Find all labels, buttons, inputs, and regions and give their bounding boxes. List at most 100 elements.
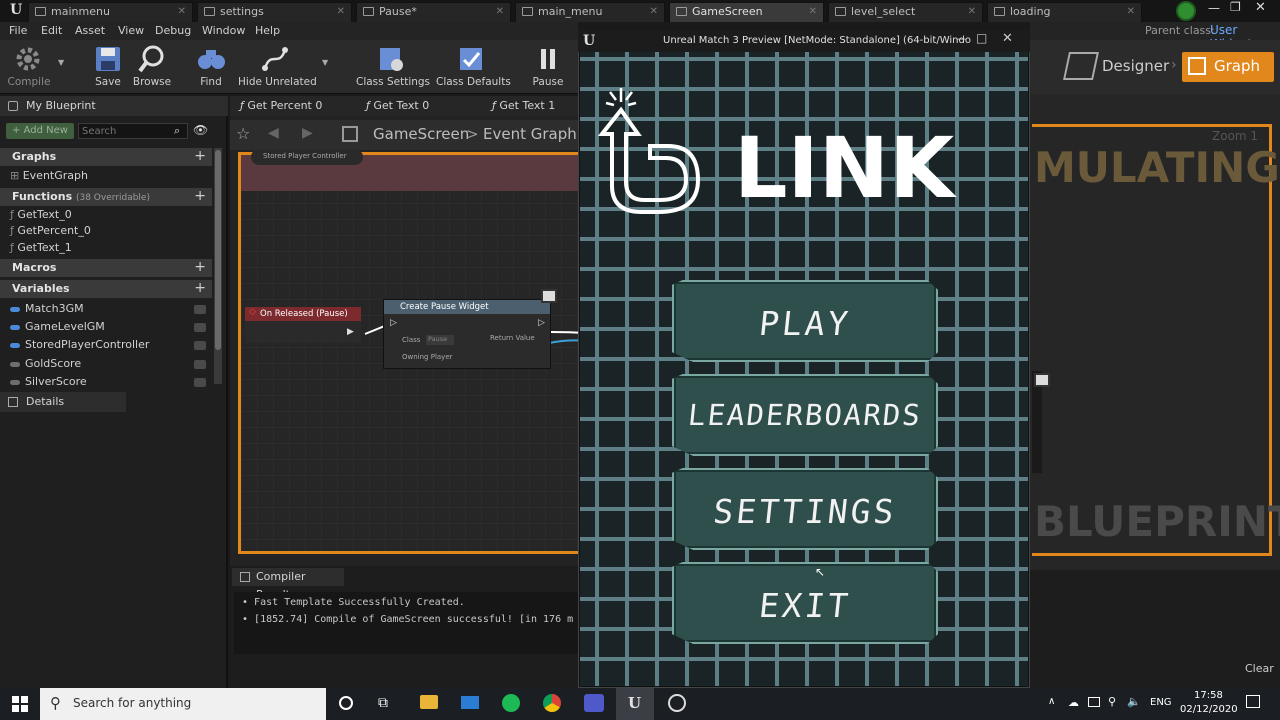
windows-start-icon[interactable]	[12, 696, 28, 712]
tab-get-text-0[interactable]: ƒ Get Text 0	[366, 99, 429, 112]
create-pause-widget-node[interactable]: Create Pause Widget ▷ ▷ Class Pause Retu…	[383, 299, 551, 369]
add-function-icon[interactable]: +	[194, 187, 206, 205]
close-icon[interactable]: ✕	[650, 3, 658, 21]
designer-mode-button[interactable]: Designer	[1102, 57, 1169, 75]
close-icon[interactable]: ✕	[1127, 3, 1135, 21]
play-button[interactable]: PLAY	[672, 280, 938, 362]
menu-file[interactable]: File	[9, 24, 27, 37]
leaderboards-button[interactable]: LEADERBOARDS	[672, 374, 938, 456]
battery-icon[interactable]	[1088, 697, 1100, 707]
settings-button[interactable]: SETTINGS	[672, 468, 938, 550]
class-settings-button[interactable]: Class Settings	[356, 44, 430, 92]
cortana-icon[interactable]	[339, 696, 353, 710]
close-window-icon[interactable]: ✕	[1255, 0, 1266, 15]
variable-item[interactable]: SilverScore	[10, 375, 87, 388]
star-icon[interactable]: ☆	[236, 124, 250, 143]
add-macro-icon[interactable]: +	[194, 258, 206, 276]
tab-settings[interactable]: settings ✕	[197, 2, 352, 22]
tab-mainmenu[interactable]: mainmenu ✕	[28, 2, 193, 22]
tab-gamescreen[interactable]: GameScreen ✕	[669, 2, 824, 22]
compile-button[interactable]: Compile	[4, 44, 54, 92]
add-graph-icon[interactable]: +	[194, 147, 206, 165]
macros-section[interactable]: Macros +	[0, 259, 212, 277]
graphs-section[interactable]: Graphs +	[0, 148, 212, 166]
chevron-up-icon[interactable]: ∧	[1048, 696, 1055, 707]
class-defaults-button[interactable]: Class Defaults	[436, 44, 511, 92]
network-icon[interactable]: ⚲	[1108, 695, 1116, 708]
chrome-icon[interactable]	[543, 694, 561, 712]
pause-button[interactable]: Pause	[530, 44, 566, 92]
close-icon[interactable]: ✕	[809, 3, 817, 21]
on-released-node[interactable]: ◇ On Released (Pause) ▶	[245, 307, 361, 343]
scrollbar-thumb[interactable]	[215, 150, 221, 350]
unreal-taskbar-button[interactable]: U	[616, 688, 654, 720]
tab-level-select[interactable]: level_select ✕	[828, 2, 983, 22]
close-icon[interactable]: ✕	[968, 3, 976, 21]
clear-button[interactable]: Clear	[1245, 662, 1274, 675]
function-item[interactable]: ƒ GetText_0	[10, 208, 72, 221]
tab-loading[interactable]: loading ✕	[987, 2, 1142, 22]
back-arrow-icon[interactable]: ◀	[268, 125, 279, 141]
menu-asset[interactable]: Asset	[75, 24, 105, 37]
variable-item[interactable]: GameLevelGM	[10, 320, 105, 333]
tab-main-menu[interactable]: main_menu ✕	[515, 2, 665, 22]
exit-button[interactable]: EXIT	[672, 562, 938, 644]
visibility-toggle-icon[interactable]	[194, 378, 206, 387]
variable-item[interactable]: StoredPlayerController	[10, 338, 149, 351]
menu-help[interactable]: Help	[255, 24, 280, 37]
variables-section[interactable]: Variables +	[0, 280, 212, 298]
maximize-icon[interactable]: □	[976, 31, 987, 45]
browse-button[interactable]: Browse	[132, 44, 172, 92]
chevron-down-icon[interactable]: ▼	[322, 58, 328, 67]
visibility-toggle-icon[interactable]	[194, 360, 206, 369]
function-item[interactable]: ƒ GetText_1	[10, 241, 72, 254]
forward-arrow-icon[interactable]: ▶	[302, 125, 313, 141]
visibility-toggle-icon[interactable]	[194, 323, 206, 332]
mail-icon[interactable]	[461, 696, 479, 709]
clock-time[interactable]: 17:58	[1194, 690, 1223, 701]
notifications-icon[interactable]	[1246, 695, 1260, 708]
add-new-button[interactable]: + Add New	[6, 123, 74, 139]
visibility-toggle-icon[interactable]	[194, 341, 206, 350]
menu-edit[interactable]: Edit	[41, 24, 62, 37]
close-icon[interactable]: ✕	[1002, 31, 1013, 46]
scrollbar[interactable]	[214, 148, 222, 384]
stored-player-controller-node[interactable]: Stored Player Controller	[251, 149, 363, 165]
save-button[interactable]: Save	[90, 44, 126, 92]
menu-window[interactable]: Window	[202, 24, 245, 37]
close-icon[interactable]: ✕	[178, 3, 186, 21]
graph-item-eventgraph[interactable]: ⊞ EventGraph	[10, 169, 88, 182]
functions-section[interactable]: Functions (38 Overridable) +	[0, 188, 212, 206]
breadcrumb-root[interactable]: GameScreen	[373, 125, 469, 143]
file-explorer-icon[interactable]	[420, 695, 438, 709]
clock-date[interactable]: 02/12/2020	[1180, 704, 1238, 715]
hide-unrelated-button[interactable]: Hide Unrelated	[238, 44, 317, 92]
tab-pause[interactable]: Pause* ✕	[356, 2, 511, 22]
visibility-toggle-icon[interactable]	[194, 305, 206, 314]
breadcrumb-leaf[interactable]: Event Graph	[483, 125, 577, 143]
teams-icon[interactable]	[584, 694, 604, 712]
variable-item[interactable]: Match3GM	[10, 302, 84, 315]
app-icon[interactable]	[668, 694, 686, 712]
maximize-icon[interactable]: ❐	[1230, 0, 1241, 14]
close-icon[interactable]: ✕	[496, 3, 504, 21]
tab-get-text-1[interactable]: ƒ Get Text 1	[492, 99, 555, 112]
onedrive-icon[interactable]: ☁	[1068, 696, 1079, 709]
function-item[interactable]: ƒ GetPercent_0	[10, 224, 91, 237]
volume-icon[interactable]: 🔈	[1127, 695, 1141, 708]
task-view-icon[interactable]: ⧉	[378, 695, 388, 711]
add-variable-icon[interactable]: +	[194, 279, 206, 297]
find-button[interactable]: Find	[194, 44, 228, 92]
minimize-icon[interactable]: —	[956, 32, 967, 45]
exec-out-pin-icon[interactable]: ▷	[538, 318, 545, 328]
search-input[interactable]	[78, 123, 188, 139]
exec-pin-icon[interactable]: ▶	[347, 327, 354, 337]
spotify-icon[interactable]	[502, 694, 520, 712]
language-indicator[interactable]: ENG	[1150, 697, 1172, 708]
class-pin-value[interactable]: Pause	[426, 335, 454, 345]
close-icon[interactable]: ✕	[337, 3, 345, 21]
taskbar-search-box[interactable]: ⚲ Search for anything	[40, 688, 326, 720]
variable-item[interactable]: GoldScore	[10, 357, 81, 370]
tab-get-percent[interactable]: ƒ Get Percent 0	[240, 99, 322, 112]
menu-view[interactable]: View	[118, 24, 144, 37]
